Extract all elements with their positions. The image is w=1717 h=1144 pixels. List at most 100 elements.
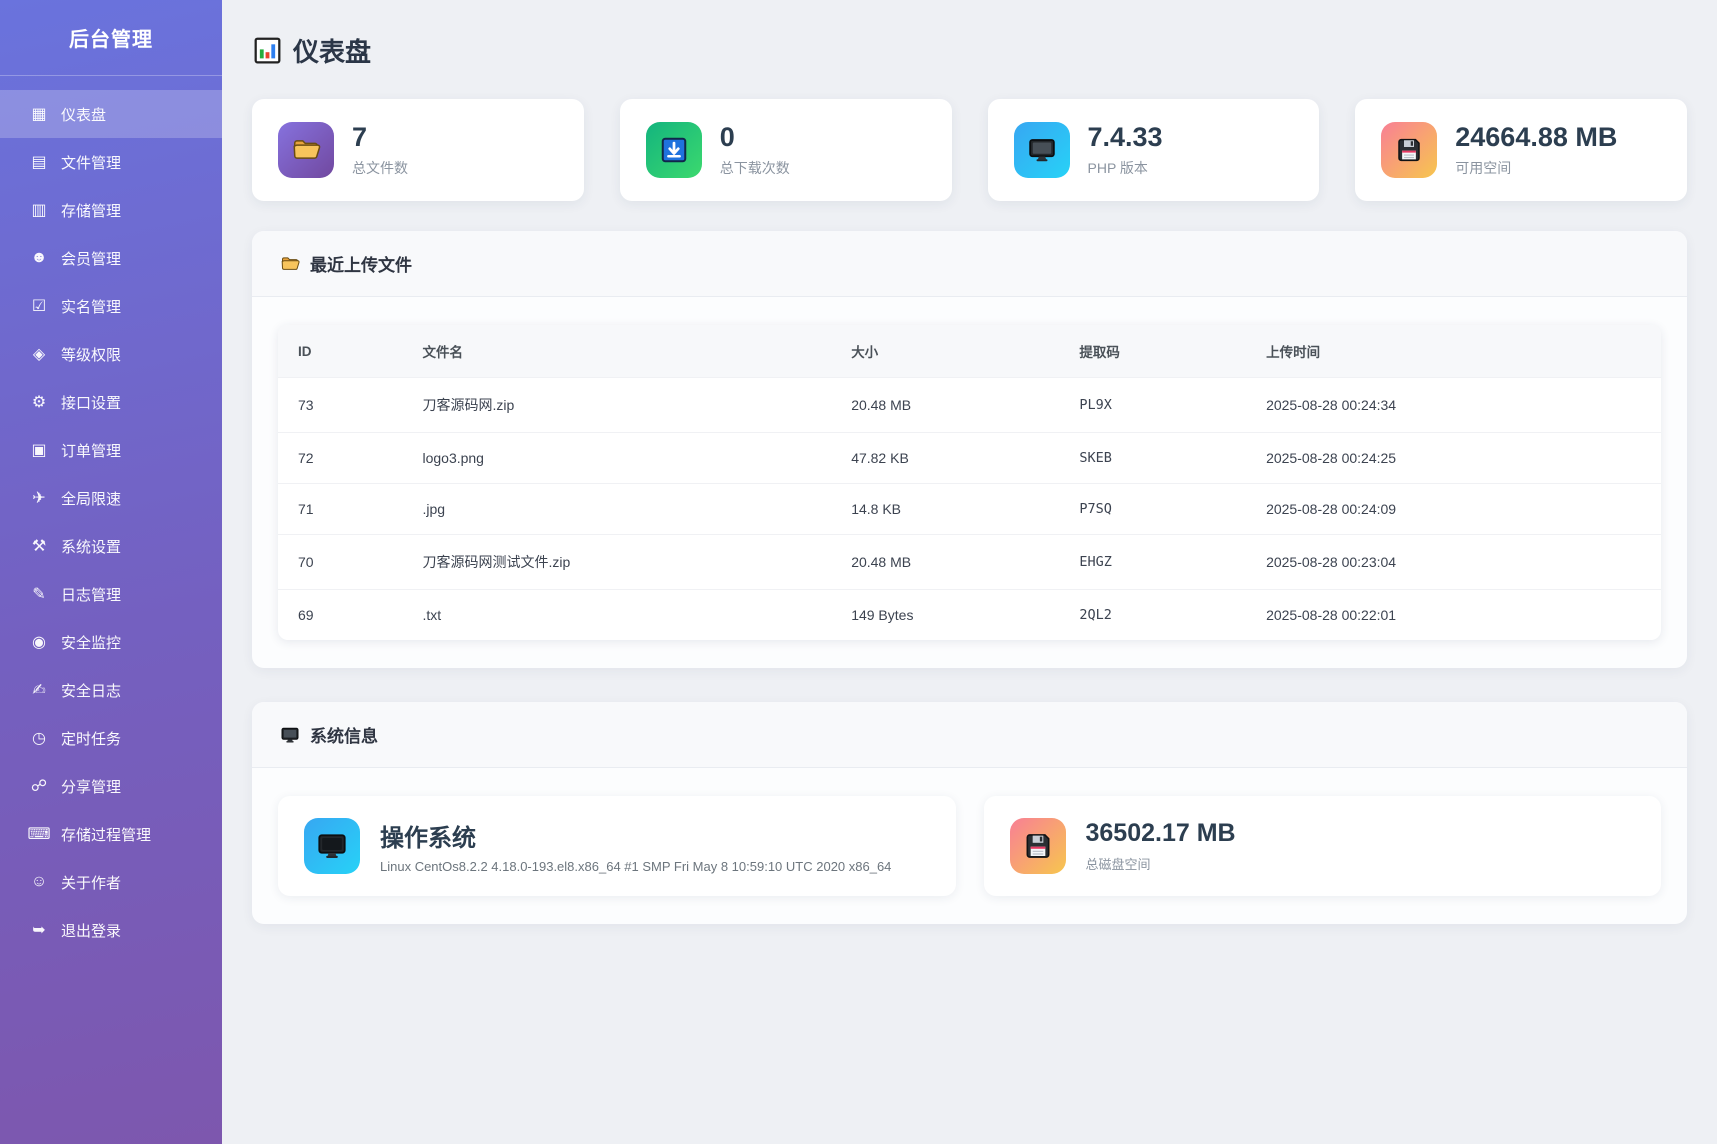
person-icon: ☺ bbox=[26, 873, 52, 891]
sidebar-item-label: 会员管理 bbox=[61, 248, 121, 269]
sidebar-item-realname[interactable]: ☑ 实名管理 bbox=[0, 282, 222, 330]
gear-icon: ⚙ bbox=[26, 392, 52, 412]
sidebar-item-label: 分享管理 bbox=[61, 776, 121, 797]
stat-value: 7.4.33 bbox=[1088, 122, 1163, 153]
folder-icon bbox=[278, 122, 334, 178]
sidebar-item-system-settings[interactable]: ⚒ 系统设置 bbox=[0, 522, 222, 570]
link-icon: ☍ bbox=[26, 776, 52, 796]
total-disk-label: 总磁盘空间 bbox=[1086, 854, 1236, 873]
page-title: 仪表盘 bbox=[254, 32, 1687, 69]
stat-value: 0 bbox=[720, 122, 790, 153]
sidebar-item-label: 仪表盘 bbox=[61, 104, 106, 125]
sidebar-item-label: 退出登录 bbox=[61, 920, 121, 941]
monitor-icon bbox=[1014, 122, 1070, 178]
sidebar-item-label: 订单管理 bbox=[61, 440, 121, 461]
sidebar-item-dashboard[interactable]: ▦ 仪表盘 bbox=[0, 90, 222, 138]
floppy-icon bbox=[1010, 818, 1066, 874]
dashboard-icon: ▦ bbox=[26, 104, 52, 124]
sidebar-item-logout[interactable]: ➥ 退出登录 bbox=[0, 906, 222, 954]
sidebar-item-speed-limit[interactable]: ✈ 全局限速 bbox=[0, 474, 222, 522]
sidebar-item-security-logs[interactable]: ✍ 安全日志 bbox=[0, 666, 222, 714]
sidebar-item-api-settings[interactable]: ⚙ 接口设置 bbox=[0, 378, 222, 426]
folder-icon: ▤ bbox=[26, 152, 52, 172]
monitor-icon bbox=[280, 725, 300, 745]
laptop-icon: ⌨ bbox=[26, 824, 52, 844]
exit-icon: ➥ bbox=[26, 920, 52, 940]
table-row: 72 logo3.png 47.82 KB SKEB 2025-08-28 00… bbox=[278, 433, 1661, 484]
sidebar-item-cron-tasks[interactable]: ◷ 定时任务 bbox=[0, 714, 222, 762]
system-info-header: 系统信息 bbox=[252, 702, 1687, 768]
sidebar-item-label: 安全日志 bbox=[61, 680, 121, 701]
document-icon: ✎ bbox=[26, 584, 52, 604]
stat-label: 总文件数 bbox=[352, 158, 408, 178]
folder-icon bbox=[280, 254, 300, 274]
eye-icon: ◉ bbox=[26, 632, 52, 652]
sidebar: 后台管理 ▦ 仪表盘 ▤ 文件管理 ▥ 存储管理 ☻ 会员管理 ☑ 实名管理 ◈… bbox=[0, 0, 222, 1144]
table-row: 70 刀客源码网测试文件.zip 20.48 MB EHGZ 2025-08-2… bbox=[278, 535, 1661, 590]
sidebar-item-label: 安全监控 bbox=[61, 632, 121, 653]
sidebar-item-files[interactable]: ▤ 文件管理 bbox=[0, 138, 222, 186]
sidebar-item-label: 定时任务 bbox=[61, 728, 121, 749]
recent-uploads-header: 最近上传文件 bbox=[252, 231, 1687, 297]
download-icon bbox=[646, 122, 702, 178]
os-title: 操作系统 bbox=[380, 818, 891, 853]
sidebar-item-label: 文件管理 bbox=[61, 152, 121, 173]
table-row: 71 .jpg 14.8 KB P7SQ 2025-08-28 00:24:09 bbox=[278, 484, 1661, 535]
sidebar-item-label: 实名管理 bbox=[61, 296, 121, 317]
stat-label: 总下载次数 bbox=[720, 158, 790, 178]
floppy-icon bbox=[1381, 122, 1437, 178]
stat-card-total-downloads: 0 总下载次数 bbox=[620, 99, 952, 201]
panel-title: 最近上传文件 bbox=[310, 251, 412, 276]
rocket-icon: ✈ bbox=[26, 488, 52, 508]
sidebar-menu: ▦ 仪表盘 ▤ 文件管理 ▥ 存储管理 ☻ 会员管理 ☑ 实名管理 ◈ 等级权限… bbox=[0, 76, 222, 954]
log-document-icon: ✍ bbox=[26, 680, 52, 700]
recent-uploads-table: ID 文件名 大小 提取码 上传时间 73 刀客源码网.zip 20.48 MB bbox=[278, 325, 1661, 640]
sidebar-item-logs[interactable]: ✎ 日志管理 bbox=[0, 570, 222, 618]
col-size: 大小 bbox=[831, 325, 1059, 378]
sidebar-item-label: 系统设置 bbox=[61, 536, 121, 557]
bar-chart-icon bbox=[254, 37, 281, 64]
app-title: 后台管理 bbox=[0, 0, 222, 76]
table-row: 69 .txt 149 Bytes 2QL2 2025-08-28 00:22:… bbox=[278, 590, 1661, 641]
sidebar-item-about-author[interactable]: ☺ 关于作者 bbox=[0, 858, 222, 906]
stat-label: PHP 版本 bbox=[1088, 158, 1163, 178]
sidebar-item-orders[interactable]: ▣ 订单管理 bbox=[0, 426, 222, 474]
stat-card-free-space: 24664.88 MB 可用空间 bbox=[1355, 99, 1687, 201]
sidebar-item-members[interactable]: ☻ 会员管理 bbox=[0, 234, 222, 282]
col-time: 上传时间 bbox=[1246, 325, 1661, 378]
stat-value: 7 bbox=[352, 122, 408, 153]
stats-row: 7 总文件数 0 总下载次数 bbox=[252, 99, 1687, 201]
wrench-icon: ⚒ bbox=[26, 536, 52, 556]
table-header-row: ID 文件名 大小 提取码 上传时间 bbox=[278, 325, 1661, 378]
users-icon: ☻ bbox=[26, 249, 52, 267]
stat-label: 可用空间 bbox=[1455, 158, 1617, 178]
sidebar-item-shares[interactable]: ☍ 分享管理 bbox=[0, 762, 222, 810]
sidebar-item-permissions[interactable]: ◈ 等级权限 bbox=[0, 330, 222, 378]
sidebar-item-stored-procedures[interactable]: ⌨ 存储过程管理 bbox=[0, 810, 222, 858]
col-id: ID bbox=[278, 325, 402, 378]
disk-icon: ▥ bbox=[26, 200, 52, 220]
sidebar-item-label: 存储过程管理 bbox=[61, 824, 151, 845]
sidebar-item-label: 等级权限 bbox=[61, 344, 121, 365]
stat-value: 24664.88 MB bbox=[1455, 122, 1617, 153]
sidebar-item-label: 接口设置 bbox=[61, 392, 121, 413]
recent-uploads-panel: 最近上传文件 ID 文件名 大小 提取码 上传时间 bbox=[252, 231, 1687, 668]
col-filename: 文件名 bbox=[402, 325, 831, 378]
stat-card-total-files: 7 总文件数 bbox=[252, 99, 584, 201]
cart-icon: ▣ bbox=[26, 440, 52, 460]
monitor-icon bbox=[304, 818, 360, 874]
check-icon: ☑ bbox=[26, 296, 52, 316]
sidebar-item-label: 关于作者 bbox=[61, 872, 121, 893]
sidebar-item-security-monitor[interactable]: ◉ 安全监控 bbox=[0, 618, 222, 666]
sidebar-item-label: 存储管理 bbox=[61, 200, 121, 221]
alarm-clock-icon: ◷ bbox=[26, 728, 52, 748]
sidebar-item-storage[interactable]: ▥ 存储管理 bbox=[0, 186, 222, 234]
shield-icon: ◈ bbox=[26, 344, 52, 364]
table-row: 73 刀客源码网.zip 20.48 MB PL9X 2025-08-28 00… bbox=[278, 378, 1661, 433]
system-info-panel: 系统信息 操作系统 Linux CentOs8.2.2 4.1 bbox=[252, 702, 1687, 924]
os-card: 操作系统 Linux CentOs8.2.2 4.18.0-193.el8.x8… bbox=[278, 796, 956, 896]
col-code: 提取码 bbox=[1059, 325, 1246, 378]
stat-card-php-version: 7.4.33 PHP 版本 bbox=[988, 99, 1320, 201]
total-disk-card: 36502.17 MB 总磁盘空间 bbox=[984, 796, 1662, 896]
total-disk-value: 36502.17 MB bbox=[1086, 819, 1236, 848]
